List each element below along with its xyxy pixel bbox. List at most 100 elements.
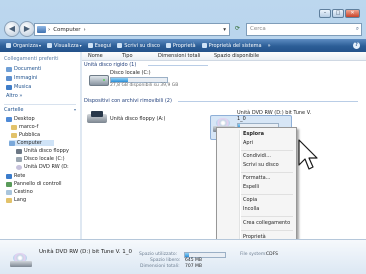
menu-separator bbox=[241, 230, 293, 231]
details-usage-fill bbox=[185, 253, 189, 257]
column-header: Nome Tipo Dimensioni totali Spazio dispo… bbox=[82, 52, 366, 61]
run-icon bbox=[87, 43, 93, 48]
nav-label: Documenti bbox=[14, 66, 42, 72]
refresh-icon[interactable]: ⟳ bbox=[231, 23, 244, 34]
navigation-pane: Collegamenti preferiti Documenti Immagin… bbox=[0, 52, 80, 239]
tree-dvd[interactable]: Unità DVD RW (D: bbox=[16, 164, 69, 170]
hard-disk-icon bbox=[89, 75, 109, 86]
tree-recycle-bin[interactable]: Cestino bbox=[6, 189, 33, 195]
nav-item-musica[interactable]: Musica bbox=[6, 84, 31, 90]
chevron-down-icon: ▾ bbox=[39, 43, 42, 48]
back-button[interactable]: ◀ bbox=[4, 21, 20, 37]
tree-network[interactable]: Rete bbox=[6, 173, 25, 179]
tree-public[interactable]: Pubblica bbox=[11, 132, 40, 138]
menu-item-create-shortcut[interactable]: Crea collegamento bbox=[243, 220, 290, 226]
dvd-drive-icon bbox=[10, 253, 32, 268]
desktop-icon bbox=[6, 116, 12, 122]
drive-dvd-label-line2: 1_0 bbox=[237, 116, 246, 122]
tree-label: Lang bbox=[14, 197, 27, 203]
search-placeholder: Cerca bbox=[250, 26, 266, 32]
tree-disk-c[interactable]: Disco locale (C:) bbox=[16, 156, 65, 162]
menu-item-explore[interactable]: Esplora bbox=[243, 131, 264, 137]
forward-button[interactable]: ▶ bbox=[19, 21, 35, 37]
favorites-header: Collegamenti preferiti bbox=[4, 56, 59, 62]
folder-icon bbox=[6, 197, 12, 203]
minimize-button[interactable]: – bbox=[319, 9, 331, 18]
mouse-pointer-icon bbox=[298, 139, 318, 170]
breadcrumb-separator-2: › bbox=[83, 26, 86, 33]
column-free-space[interactable]: Spazio disponibile bbox=[214, 53, 259, 59]
folders-header[interactable]: Cartelle bbox=[4, 107, 24, 113]
close-button[interactable]: ✕ bbox=[345, 9, 360, 18]
search-input[interactable]: Cerca ⌕ bbox=[246, 23, 362, 36]
help-icon[interactable]: ? bbox=[353, 42, 360, 49]
run-button[interactable]: Esegui bbox=[87, 43, 111, 49]
nav-item-documenti[interactable]: Documenti bbox=[6, 66, 41, 72]
views-icon bbox=[47, 43, 53, 48]
views-label: Visualizza bbox=[54, 42, 79, 49]
computer-icon bbox=[37, 26, 46, 33]
menu-item-copy[interactable]: Copia bbox=[243, 197, 257, 203]
system-properties-button[interactable]: Proprietà del sistema bbox=[201, 42, 262, 49]
search-icon[interactable]: ⌕ bbox=[356, 24, 359, 35]
menu-item-burn[interactable]: Scrivi su disco bbox=[243, 162, 279, 168]
burn-button[interactable]: Scrivi su disco bbox=[117, 43, 160, 49]
toolbar-more-button[interactable]: » bbox=[268, 43, 271, 49]
menu-item-share[interactable]: Condividi... bbox=[243, 153, 271, 159]
properties-icon bbox=[165, 43, 171, 48]
views-button[interactable]: Visualizza ▾ bbox=[47, 43, 82, 49]
back-arrow-icon: ◀ bbox=[8, 24, 16, 33]
tree-control-panel[interactable]: Pannello di controll bbox=[6, 181, 62, 187]
system-properties-label: Proprietà del sistema bbox=[208, 42, 262, 49]
chevron-down-icon[interactable]: ▾ bbox=[74, 107, 76, 112]
column-total-size[interactable]: Dimensioni totali bbox=[158, 53, 200, 59]
group-removable[interactable]: Dispositivi con archivi rimovibili (2) bbox=[84, 98, 172, 104]
details-free-label: Spazio libero: bbox=[150, 258, 181, 263]
nav-label: Immagini bbox=[14, 75, 38, 81]
drive-c-usage-fill bbox=[111, 78, 128, 82]
properties-button[interactable]: Proprietà bbox=[165, 42, 196, 49]
tree-computer[interactable]: Computer bbox=[9, 140, 54, 146]
group-hard-disks[interactable]: Unità disco rigido (1) bbox=[84, 62, 136, 68]
details-total-value: 707 MB bbox=[185, 264, 202, 269]
nav-divider bbox=[4, 104, 76, 105]
chevron-down-icon[interactable]: ▾ bbox=[223, 27, 226, 33]
organize-button[interactable]: Organizza ▾ bbox=[6, 43, 41, 49]
floppy-icon bbox=[16, 148, 22, 154]
column-type[interactable]: Tipo bbox=[122, 53, 133, 59]
details-pane: Unità DVD RW (D:) bit Tune V. 1_0 Spazio… bbox=[0, 239, 366, 274]
tree-label: Rete bbox=[14, 173, 26, 179]
drive-dvd-label-line1: Unità DVD RW (D:) bit Tune V. bbox=[237, 110, 312, 116]
computer-icon bbox=[9, 140, 15, 146]
tree-lang[interactable]: Lang bbox=[6, 197, 26, 203]
column-name[interactable]: Nome bbox=[88, 53, 103, 59]
tree-label: Unità disco floppy bbox=[24, 148, 69, 154]
details-fs-value: CDFS bbox=[266, 252, 278, 257]
details-fs-label: File system: bbox=[240, 252, 267, 257]
command-toolbar: Organizza ▾ Visualizza ▾ Esegui Scrivi su … bbox=[0, 39, 366, 52]
breadcrumb-computer[interactable]: Computer bbox=[53, 27, 80, 33]
music-icon bbox=[6, 84, 12, 90]
nav-label: Musica bbox=[14, 84, 32, 90]
menu-item-open[interactable]: Apri bbox=[243, 140, 253, 146]
address-row: ◀ ▶ › Computer › ▾ ⟳ Cerca ⌕ bbox=[0, 20, 366, 39]
tree-desktop[interactable]: Desktop bbox=[6, 116, 35, 122]
menu-separator bbox=[241, 150, 293, 151]
forward-arrow-icon: ▶ bbox=[23, 24, 31, 33]
maximize-button[interactable]: □ bbox=[332, 9, 344, 18]
tree-user[interactable]: marco-f bbox=[11, 124, 38, 130]
tree-floppy[interactable]: Unità disco floppy bbox=[16, 148, 69, 154]
menu-item-paste[interactable]: Incolla bbox=[243, 206, 259, 212]
group-divider bbox=[178, 101, 358, 102]
menu-item-format[interactable]: Formatta... bbox=[243, 175, 270, 181]
menu-item-eject[interactable]: Espelli bbox=[243, 184, 259, 190]
title-bar[interactable]: – □ ✕ bbox=[0, 0, 366, 20]
nav-item-altro[interactable]: Altro » bbox=[6, 93, 22, 99]
nav-item-immagini[interactable]: Immagini bbox=[6, 75, 37, 81]
properties-label: Proprietà bbox=[172, 42, 196, 49]
address-bar[interactable]: › Computer › ▾ bbox=[34, 23, 230, 36]
drive-c-label: Disco locale (C:) bbox=[110, 70, 151, 76]
menu-separator bbox=[241, 194, 293, 195]
details-used-label: Spazio utilizzato: bbox=[139, 252, 178, 257]
menu-separator bbox=[241, 216, 293, 217]
